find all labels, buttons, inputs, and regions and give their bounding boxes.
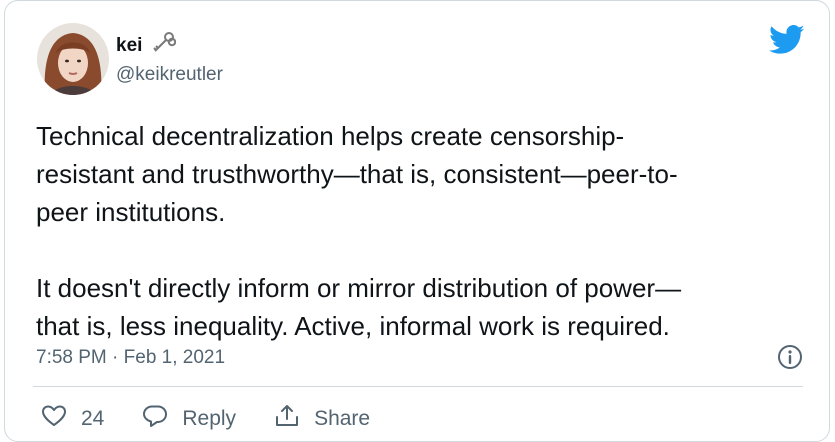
keys-emoji-icon bbox=[150, 31, 177, 60]
author-name[interactable]: kei bbox=[116, 35, 142, 57]
reply-label: Reply bbox=[182, 407, 237, 430]
share-icon bbox=[274, 403, 300, 435]
share-button[interactable]: Share bbox=[274, 403, 370, 435]
tweet-timestamp[interactable]: 7:58 PM · Feb 1, 2021 bbox=[36, 347, 225, 369]
reply-button[interactable]: Reply bbox=[142, 403, 236, 435]
author-name-row[interactable]: kei bbox=[116, 31, 177, 60]
heart-icon bbox=[41, 403, 67, 435]
twitter-logo-icon[interactable] bbox=[769, 25, 805, 55]
info-icon[interactable] bbox=[777, 344, 803, 370]
author-handle[interactable]: @keikreutler bbox=[116, 64, 223, 86]
share-label: Share bbox=[314, 407, 371, 430]
reply-icon bbox=[142, 403, 168, 435]
like-button[interactable]: 24 bbox=[41, 403, 104, 435]
like-count: 24 bbox=[81, 407, 105, 430]
divider bbox=[33, 386, 803, 387]
tweet-card[interactable]: kei @keikreutler Technical decentralizat… bbox=[4, 0, 830, 442]
tweet-text: Technical decentralization helps create … bbox=[36, 121, 682, 341]
action-bar: 24 Reply Share bbox=[41, 403, 408, 435]
avatar[interactable] bbox=[37, 23, 109, 95]
